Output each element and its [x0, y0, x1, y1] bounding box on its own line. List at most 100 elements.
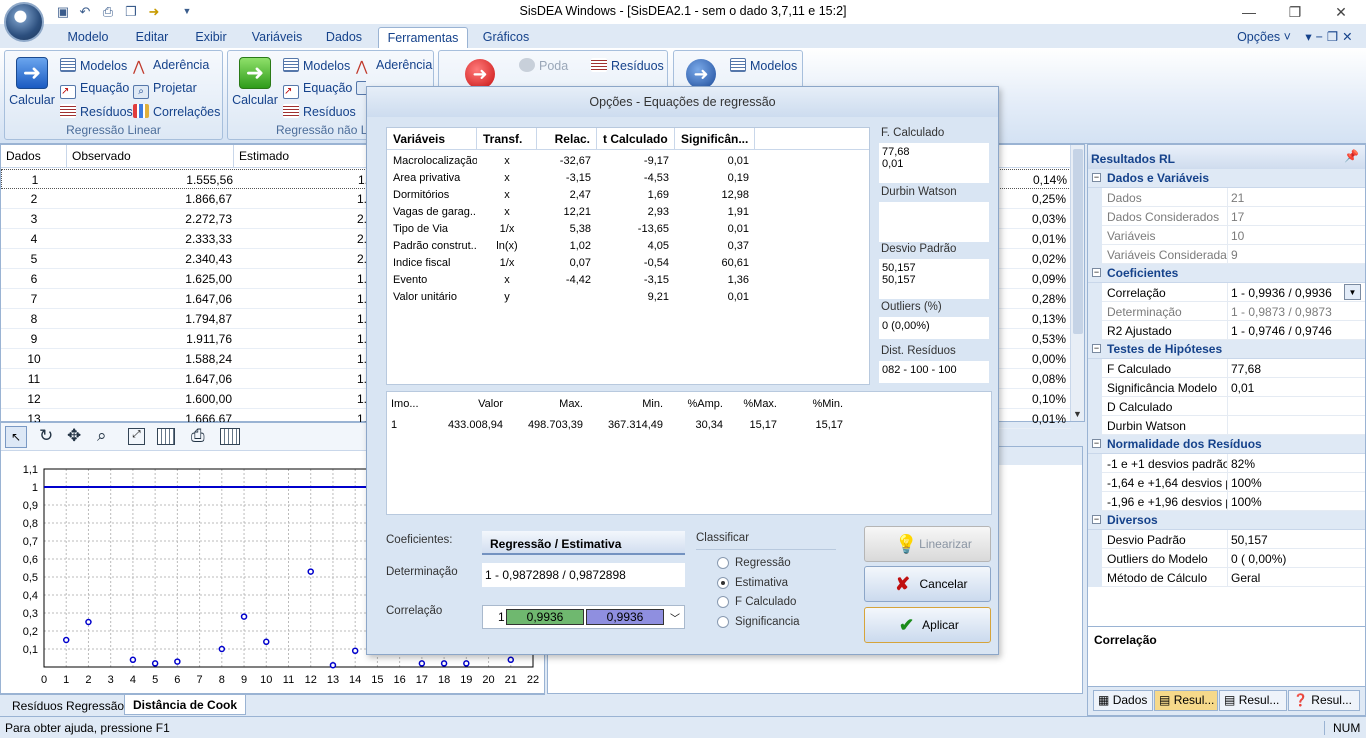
pointer-icon[interactable]: ↖ — [5, 426, 27, 448]
correlacao-select[interactable]: 1 0,9936 0,9936 ﹀ — [482, 605, 685, 629]
chevron-down-icon[interactable]: ﹀ — [670, 610, 680, 625]
projection-header[interactable]: Max. — [507, 398, 583, 410]
grid-toggle-icon[interactable] — [157, 428, 175, 445]
collapse-icon[interactable]: − — [1092, 515, 1101, 524]
tab-panel-dados[interactable]: ▦ Dados — [1093, 690, 1153, 711]
close-button[interactable]: ✕ — [1326, 2, 1356, 22]
property-row[interactable]: -1 e +1 desvios padrão 82% — [1088, 454, 1365, 473]
col-variaveis[interactable]: Variáveis — [387, 128, 477, 150]
property-row[interactable]: Variáveis Consideradas 9 — [1088, 245, 1365, 264]
rotate-icon[interactable]: ↻ — [39, 426, 53, 446]
correlacoes-button[interactable]: Correlações — [133, 104, 220, 119]
tab-panel-resul-2[interactable]: ▤ Resul... — [1219, 690, 1287, 711]
print-chart-icon[interactable]: ⎙ — [191, 426, 205, 446]
tab-panel-resul-3[interactable]: ❓ Resul... — [1288, 690, 1360, 711]
results-section-header[interactable]: − Diversos — [1088, 511, 1365, 530]
forward-arrow-icon[interactable]: ➜ — [145, 3, 163, 20]
results-section-header[interactable]: − Testes de Hipóteses — [1088, 340, 1365, 359]
tab-exibir[interactable]: Exibir — [186, 27, 236, 48]
aderencia-nl-button[interactable]: ⋀ Aderência — [356, 58, 432, 73]
col-transf[interactable]: Transf. — [477, 128, 537, 150]
move-icon[interactable]: ✥ — [67, 426, 81, 446]
collapse-icon[interactable]: − — [1092, 173, 1101, 182]
property-row[interactable]: F Calculado 77,68 — [1088, 359, 1365, 378]
property-row[interactable]: Dados Considerados 17 — [1088, 207, 1365, 226]
aplicar-button[interactable]: ✔ Aplicar — [864, 607, 991, 643]
property-row[interactable]: Determinação 1 - 0,9873 / 0,9873 — [1088, 302, 1365, 321]
col-header-dados[interactable]: Dados — [1, 145, 67, 168]
red-arrow-icon[interactable]: ➜ — [465, 59, 495, 89]
zoom-icon[interactable]: ⌕ — [97, 426, 107, 446]
poda-button[interactable]: Poda — [519, 58, 568, 73]
col-header-observado[interactable]: Observado — [67, 145, 234, 168]
property-row[interactable]: Método de Cálculo Geral — [1088, 568, 1365, 587]
projection-header[interactable]: Min. — [587, 398, 663, 410]
property-row[interactable]: Desvio Padrão 50,157 — [1088, 530, 1365, 549]
options-menu[interactable]: Opções ˅ — [1236, 27, 1292, 48]
col-significancia[interactable]: Significân... — [675, 128, 755, 150]
modelos-nl-button[interactable]: Modelos — [283, 58, 350, 73]
property-row[interactable]: Dados 21 — [1088, 188, 1365, 207]
property-row[interactable]: Durbin Watson — [1088, 416, 1365, 435]
dropdown-arrow-icon[interactable]: ▼ — [1344, 284, 1361, 300]
tab-ferramentas[interactable]: Ferramentas — [378, 27, 468, 48]
projetar-nl-button[interactable] — [356, 81, 366, 96]
coeficientes-value[interactable]: Regressão / Estimativa — [482, 531, 685, 555]
radio-significancia[interactable] — [717, 616, 729, 628]
tab-residuos-regressao[interactable]: Resíduos Regressão — [4, 697, 132, 715]
col-relac[interactable]: Relac. — [537, 128, 597, 150]
aderencia-button[interactable]: ⋀ Aderência — [133, 58, 209, 73]
modelos-button[interactable]: Modelos — [60, 58, 127, 73]
projetar-button[interactable]: ⌕ Projetar — [133, 81, 197, 99]
modelos-other-button[interactable]: Modelos — [730, 58, 797, 73]
zoom-box-icon[interactable]: ⤢ — [128, 428, 145, 445]
minimize-button[interactable]: — — [1234, 2, 1264, 22]
tab-editar[interactable]: Editar — [125, 27, 179, 48]
restore-button[interactable]: ❐ — [1280, 2, 1310, 22]
results-section-header[interactable]: − Dados e Variáveis — [1088, 169, 1365, 188]
cancelar-button[interactable]: ✘ Cancelar — [864, 566, 991, 602]
residuos-other-button[interactable]: Resíduos — [591, 58, 664, 73]
pin-icon[interactable]: 📌 — [1344, 149, 1359, 163]
projection-header[interactable]: Valor — [427, 398, 503, 410]
scrollbar-thumb[interactable] — [1073, 149, 1083, 334]
linearizar-button[interactable]: 💡 Linearizar — [864, 526, 991, 562]
application-menu-button[interactable] — [4, 2, 44, 42]
radio-f-calculado[interactable] — [717, 596, 729, 608]
save-icon[interactable]: ▣ — [54, 3, 72, 20]
tab-variaveis[interactable]: Variáveis — [244, 27, 310, 48]
projection-header[interactable]: %Amp. — [667, 398, 723, 410]
results-section-header[interactable]: − Coeficientes — [1088, 264, 1365, 283]
projection-header[interactable]: %Min. — [787, 398, 843, 410]
projection-header[interactable]: Imo... — [391, 398, 427, 410]
radio-estimativa[interactable] — [717, 577, 729, 589]
col-t-calculado[interactable]: t Calculado — [597, 128, 675, 150]
equacao-button[interactable]: ↗ Equação — [60, 81, 129, 99]
calcular-linear-button[interactable]: ➜ Calcular — [7, 57, 57, 107]
property-row[interactable]: Outliers do Modelo 0 ( 0,00%) — [1088, 549, 1365, 568]
collapse-icon[interactable]: − — [1092, 344, 1101, 353]
property-row[interactable]: -1,96 e +1,96 desvios p 100% — [1088, 492, 1365, 511]
collapse-icon[interactable]: − — [1092, 268, 1101, 277]
tab-graficos[interactable]: Gráficos — [476, 27, 536, 48]
property-row[interactable]: Significância Modelo 0,01 — [1088, 378, 1365, 397]
quick-access-dropdown-icon[interactable]: ▼ — [178, 3, 196, 20]
equacao-nl-button[interactable]: ↗ Equação — [283, 81, 352, 99]
property-row[interactable]: Variáveis 10 — [1088, 226, 1365, 245]
residuos-button[interactable]: Resíduos — [60, 104, 133, 119]
undo-icon[interactable]: ↶ — [76, 3, 94, 20]
mdi-window-controls[interactable]: ▾−❐✕ — [1298, 27, 1364, 48]
print-icon[interactable]: ⎙ — [99, 3, 117, 20]
property-row[interactable]: -1,64 e +1,64 desvios p 100% — [1088, 473, 1365, 492]
calcular-nonlinear-button[interactable]: ➜ Calcular — [230, 57, 280, 107]
grid-vertical-scrollbar[interactable]: ▼ — [1070, 145, 1084, 421]
results-section-header[interactable]: − Normalidade dos Resíduos — [1088, 435, 1365, 454]
tab-distancia-de-cook[interactable]: Distância de Cook — [124, 695, 247, 715]
collapse-icon[interactable]: − — [1092, 439, 1101, 448]
tab-dados[interactable]: Dados — [318, 27, 370, 48]
copy-chart-icon[interactable] — [220, 428, 240, 445]
residuos-nl-button[interactable]: Resíduos — [283, 104, 356, 119]
property-row[interactable]: R2 Ajustado 1 - 0,9746 / 0,9746 — [1088, 321, 1365, 340]
property-row[interactable]: D Calculado — [1088, 397, 1365, 416]
tab-panel-resul-1[interactable]: ▤ Resul... — [1154, 690, 1218, 711]
